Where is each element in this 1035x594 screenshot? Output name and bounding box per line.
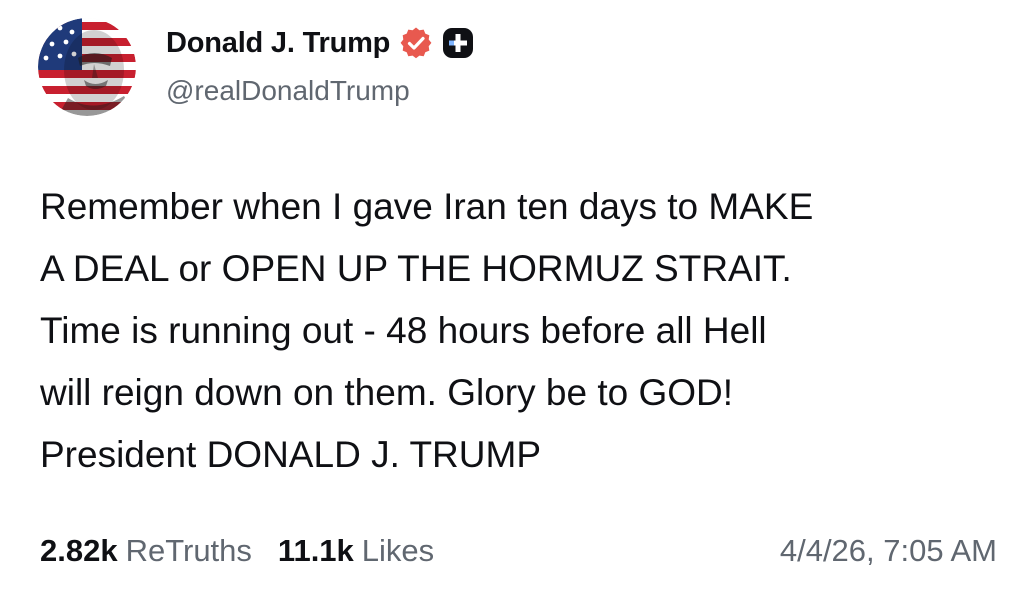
likes-count: 11.1k [277, 533, 354, 568]
likes-stat[interactable]: 11.1k Likes [278, 533, 434, 569]
author-name[interactable]: Donald J. Trump [166, 27, 390, 60]
post-line: A DEAL or OPEN UP THE HORMUZ STRAIT. [40, 248, 792, 289]
avatar[interactable] [38, 18, 136, 116]
author-name-row: Donald J. Trump [166, 22, 474, 64]
verified-badge-icon [400, 27, 432, 59]
plus-badge-icon [442, 27, 474, 59]
post-timestamp[interactable]: 4/4/26, 7:05 AM [780, 528, 997, 574]
author-handle[interactable]: @realDonaldTrump [166, 75, 410, 107]
post-line: President DONALD J. TRUMP [40, 434, 541, 475]
post-line: Remember when I gave Iran ten days to MA… [40, 186, 814, 227]
post-line: Time is running out - 48 hours before al… [40, 310, 767, 351]
retruths-count: 2.82k [40, 533, 118, 568]
post-body: Remember when I gave Iran ten days to MA… [40, 176, 1000, 486]
stats-row: 2.82k ReTruths 11.1k Likes [40, 528, 434, 574]
flag-portrait-avatar-icon [38, 18, 136, 116]
post-card: Donald J. Trump @realDonaldTrump Remembe… [0, 0, 1035, 594]
post-line: will reign down on them. Glory be to GOD… [40, 372, 734, 413]
retruths-label: ReTruths [125, 533, 252, 568]
likes-label: Likes [361, 533, 435, 568]
retruths-stat[interactable]: 2.82k ReTruths [40, 533, 252, 569]
